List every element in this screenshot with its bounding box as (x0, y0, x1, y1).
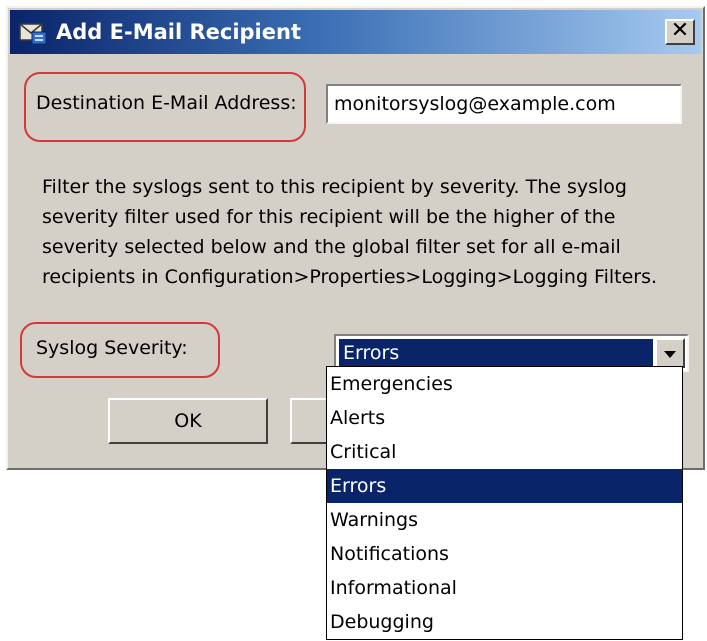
recipient-app-icon (19, 23, 47, 45)
severity-option-errors[interactable]: Errors (327, 469, 682, 503)
title-bar[interactable]: Add E-Mail Recipient ✕ (10, 10, 701, 54)
close-button[interactable]: ✕ (665, 19, 695, 45)
severity-option-alerts[interactable]: Alerts (327, 401, 682, 435)
destination-email-input[interactable]: monitorsyslog@example.com (326, 84, 682, 124)
dialog-title: Add E-Mail Recipient (56, 20, 301, 44)
chevron-down-icon[interactable] (655, 338, 685, 368)
severity-option-emergencies[interactable]: Emergencies (327, 367, 682, 401)
severity-dropdown-list: Emergencies Alerts Critical Errors Warni… (326, 366, 683, 640)
severity-filter-description: Filter the syslogs sent to this recipien… (42, 176, 658, 288)
destination-email-label: Destination E-Mail Address: (36, 92, 297, 114)
severity-option-notifications[interactable]: Notifications (327, 537, 682, 571)
severity-option-warnings[interactable]: Warnings (327, 503, 682, 537)
ok-button[interactable]: OK (108, 398, 268, 444)
severity-option-informational[interactable]: Informational (327, 571, 682, 605)
close-icon: ✕ (670, 18, 690, 43)
severity-option-debugging[interactable]: Debugging (327, 605, 682, 639)
syslog-severity-value: Errors (339, 339, 653, 367)
severity-option-critical[interactable]: Critical (327, 435, 682, 469)
syslog-severity-label: Syslog Severity: (36, 337, 188, 359)
